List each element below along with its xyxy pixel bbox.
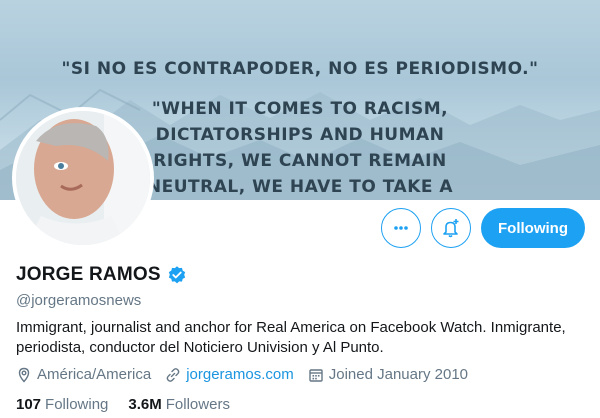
followers-count: 3.6M [128, 396, 162, 413]
location-text: América/America [37, 366, 152, 383]
bell-plus-icon [443, 219, 459, 238]
joined-text: Joined January 2010 [328, 366, 469, 383]
banner-quote-spanish: "SI NO ES CONTRAPODER, NO ES PERIODISMO.… [61, 59, 539, 79]
following-stat[interactable]: 107 Following [16, 396, 108, 413]
calendar-icon [309, 368, 323, 382]
following-count: 107 [16, 396, 42, 413]
more-horizontal-icon [394, 226, 408, 230]
avatar[interactable] [12, 107, 154, 249]
avatar-portrait [16, 111, 150, 245]
display-name-row: JORGE RAMOS [16, 264, 187, 286]
display-name: JORGE RAMOS [16, 264, 161, 285]
handle: @jorgeramosnews [16, 292, 142, 309]
website-link[interactable]: jorgeramos.com [186, 366, 294, 383]
profile-actions: Following [381, 208, 585, 248]
joined-item: Joined January 2010 [308, 366, 468, 383]
profile-stats: 107 Following 3.6M Followers [16, 396, 250, 413]
more-button[interactable] [381, 208, 422, 248]
profile-meta: América/America jorgeramos.com Joined Ja… [16, 366, 482, 383]
followers-stat[interactable]: 3.6M Followers [128, 396, 230, 413]
website-item: jorgeramos.com [165, 366, 294, 383]
bio: Immigrant, journalist and anchor for Rea… [16, 319, 566, 356]
verified-badge-icon [168, 266, 185, 284]
following-button[interactable]: Following [481, 208, 585, 248]
following-label: Following [45, 396, 109, 413]
location-pin-icon [18, 367, 30, 383]
location-item: América/America [16, 366, 151, 383]
followers-label: Followers [165, 396, 230, 413]
link-icon [166, 367, 180, 382]
notifications-button[interactable] [431, 208, 472, 248]
